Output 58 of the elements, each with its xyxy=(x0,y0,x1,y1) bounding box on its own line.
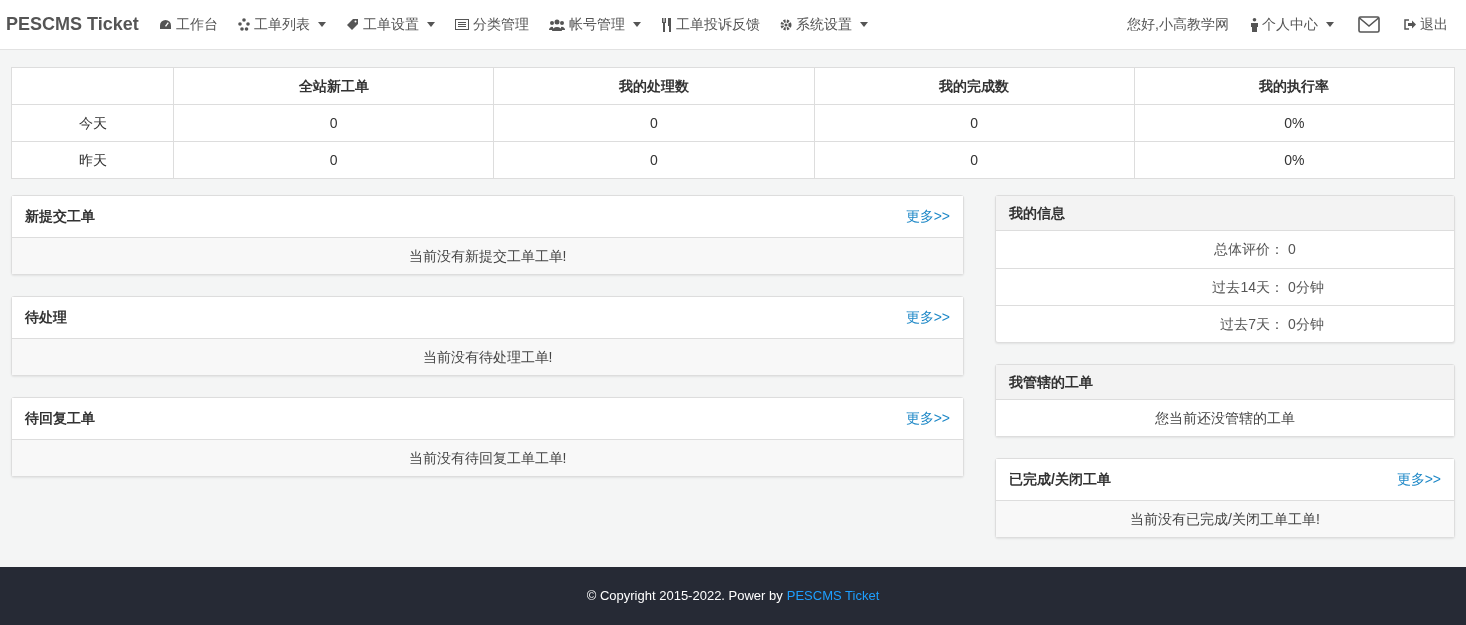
nav-item[interactable]: 分类管理 xyxy=(444,14,539,35)
table-cell: 0 xyxy=(814,141,1135,179)
cutlery-icon xyxy=(660,17,672,32)
nav-item[interactable]: 退出 xyxy=(1392,14,1460,35)
more-link[interactable]: 更多>> xyxy=(905,408,950,429)
nav-item[interactable]: 工作台 xyxy=(148,14,228,35)
table-cell: 0 xyxy=(493,141,814,179)
empty-message: 当前没有新提交工单工单! xyxy=(408,246,567,266)
nav-item[interactable]: 个人中心 xyxy=(1239,14,1346,35)
table-cell: 0% xyxy=(1134,104,1455,142)
nav-item[interactable]: 帐号管理 xyxy=(538,14,651,35)
empty-message: 当前没有待处理工单! xyxy=(422,347,553,367)
more-link[interactable]: 更多>> xyxy=(1396,469,1441,490)
empty-message: 当前没有已完成/关闭工单工单! xyxy=(1130,509,1320,529)
more-link[interactable]: 更多>> xyxy=(905,307,950,328)
nav-item[interactable]: 系统设置 xyxy=(769,14,878,35)
column-header: 我的完成数 xyxy=(814,67,1135,105)
asterisk-icon xyxy=(237,18,250,31)
person-icon xyxy=(1251,17,1258,32)
panel-title: 待处理 xyxy=(25,308,67,327)
footer-link[interactable]: PESCMS Ticket xyxy=(786,586,880,606)
table-cell: 0 xyxy=(814,104,1135,142)
brand-logo[interactable]: PESCMS Ticket xyxy=(6,11,139,38)
info-value: 0分钟 xyxy=(1288,314,1324,334)
settings-icon xyxy=(779,18,792,31)
panel-title: 待回复工单 xyxy=(25,409,95,428)
greeting-text: 您好,小高教学网 xyxy=(1127,15,1229,34)
empty-message: 您当前还没管辖的工单 xyxy=(1155,408,1295,428)
row-label: 昨天 xyxy=(11,141,174,179)
gauge-icon xyxy=(158,19,172,30)
panel-title: 我管辖的工单 xyxy=(1009,372,1093,392)
copyright-text: © Copyright 2015-2022. Power by xyxy=(586,587,783,606)
users-icon xyxy=(548,18,565,31)
table-cell: 0 xyxy=(493,104,814,142)
list-icon xyxy=(454,19,469,30)
table-cell: 0 xyxy=(173,141,494,179)
info-value: 0 xyxy=(1288,240,1296,259)
info-label: 过去7天： xyxy=(1219,314,1284,334)
row-label: 今天 xyxy=(11,104,174,142)
panel-title: 已完成/关闭工单 xyxy=(1009,470,1111,489)
mail-icon xyxy=(1358,16,1380,33)
empty-message: 当前没有待回复工单工单! xyxy=(408,448,567,468)
panel-title: 新提交工单 xyxy=(25,207,95,226)
info-label: 总体评价： xyxy=(1213,240,1284,259)
table-cell: 0% xyxy=(1134,141,1455,179)
column-header: 我的处理数 xyxy=(493,67,814,105)
nav-item[interactable]: 工单投诉反馈 xyxy=(650,14,770,35)
panel-title: 我的信息 xyxy=(1009,203,1065,223)
nav-item[interactable]: 工单列表 xyxy=(227,14,336,35)
info-value: 0分钟 xyxy=(1288,277,1324,297)
nav-item[interactable]: 工单设置 xyxy=(335,14,445,35)
column-header: 我的执行率 xyxy=(1134,67,1455,105)
tag-icon xyxy=(345,18,359,31)
more-link[interactable]: 更多>> xyxy=(905,206,950,227)
column-header: 全站新工单 xyxy=(173,67,494,105)
table-cell: 0 xyxy=(173,104,494,142)
info-label: 过去14天： xyxy=(1211,277,1284,297)
sign-out-icon xyxy=(1404,19,1416,30)
